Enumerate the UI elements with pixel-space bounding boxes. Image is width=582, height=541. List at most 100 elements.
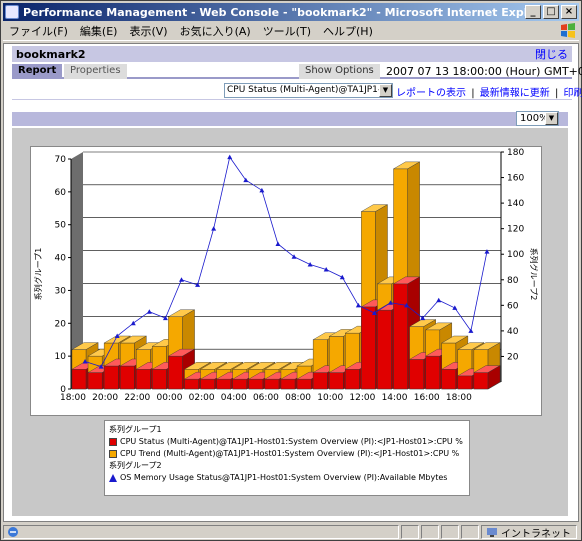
memory-point <box>452 305 458 310</box>
menu-edit[interactable]: 編集(E) <box>74 23 124 39</box>
bar-front <box>280 378 296 390</box>
show-options-button[interactable]: Show Options <box>299 64 380 79</box>
legend-marker-triangle-icon <box>109 474 117 482</box>
close-window-button[interactable]: × <box>561 5 577 19</box>
status-cell <box>421 525 439 539</box>
chart-panel: 0 10 20 30 40 50 60 70 20 40 60 80 100 120 140 160 180 系列… <box>12 128 568 516</box>
x-tick-label: 04:00 <box>221 393 247 403</box>
bar-front <box>473 372 489 390</box>
x-tick-label: 08:00 <box>285 393 311 403</box>
menu-help[interactable]: ヘルプ(H) <box>317 23 379 39</box>
legend-item1: CPU Status (Multi-Agent)@TA1JP1-Host01:S… <box>120 437 463 446</box>
y2-tick-label: 60 <box>507 301 519 311</box>
report-header: bookmark2 閉じる <box>12 46 572 62</box>
memory-point <box>339 274 345 280</box>
windows-logo-icon <box>561 23 575 38</box>
memory-point <box>259 187 265 193</box>
bar-front <box>377 309 392 390</box>
x-tick-label: 10:00 <box>317 393 343 403</box>
report-select[interactable]: CPU Status (Multi-Agent)@TA1JP1-H ▼ <box>224 83 393 98</box>
chart-area: 0 10 20 30 40 50 60 70 20 40 60 80 100 120 140 160 180 系列… <box>30 146 542 416</box>
bar-front <box>103 365 119 390</box>
app-icon <box>5 5 19 19</box>
refresh-link[interactable]: 最新情報に更新 <box>480 88 550 99</box>
ie-page-icon <box>8 527 18 537</box>
report-area: 100% ▼ 0 10 20 30 40 50 60 70 20 40 60 80 100 120 140 1… <box>4 102 578 521</box>
memory-point <box>227 154 233 160</box>
menu-favorites[interactable]: お気に入り(A) <box>174 23 257 39</box>
menu-view[interactable]: 表示(V) <box>123 23 173 39</box>
show-report-link[interactable]: レポートの表示 <box>396 88 466 99</box>
bar-front <box>441 369 457 390</box>
y-tick-label: 50 <box>55 221 67 231</box>
y2-axis-title: 系列グループ2 <box>529 248 539 301</box>
bar-front <box>361 306 376 390</box>
tab-report[interactable]: Report <box>12 64 63 79</box>
link-separator: | <box>554 88 559 99</box>
y2-tick-label: 20 <box>507 352 519 362</box>
bar-front <box>200 378 215 390</box>
bar-front <box>87 372 103 390</box>
legend-item3: OS Memory Usage Status@TA1JP1-Host01:Sys… <box>120 473 448 482</box>
status-cell <box>461 525 479 539</box>
y2-tick-label: 160 <box>507 174 524 184</box>
y2-tick-label: 80 <box>507 276 519 286</box>
dropdown-arrow-icon[interactable]: ▼ <box>545 112 558 125</box>
y2-tick-label: 180 <box>507 148 524 158</box>
print-view-link[interactable]: 印刷画面 <box>564 88 582 99</box>
close-report-link[interactable]: 閉じる <box>535 46 568 62</box>
bar-front <box>264 378 280 390</box>
status-bar: イントラネット <box>3 524 579 540</box>
report-select-value: CPU Status (Multi-Agent)@TA1JP1-H <box>227 85 388 95</box>
x-tick-label: 18:00 <box>446 393 472 403</box>
bar-front <box>312 372 328 390</box>
bar-front <box>409 359 424 390</box>
chart-toolbar <box>12 112 568 126</box>
legend-group2: 系列グループ2 <box>109 461 162 470</box>
memory-point <box>146 309 152 314</box>
chart-legend: 系列グループ1 CPU Status (Multi-Agent)@TA1JP1-… <box>104 420 470 496</box>
combo-chart: 01020304050607020406080100120140160180系列… <box>33 148 539 403</box>
x-tick-label: 20:00 <box>92 393 118 403</box>
y-tick-label: 20 <box>55 319 67 329</box>
y-tick-label: 10 <box>55 352 67 362</box>
x-tick-label: 02:00 <box>189 393 215 403</box>
status-zone: イントラネット <box>481 525 577 540</box>
bar-front <box>119 365 135 390</box>
maximize-button[interactable]: □ <box>543 5 559 19</box>
status-cell <box>441 525 459 539</box>
title-bar: Performance Management - Web Console - "… <box>3 3 579 21</box>
bar-front <box>248 378 264 390</box>
page-content: bookmark2 閉じる Report Properties Show Opt… <box>3 43 582 522</box>
y2-tick-label: 100 <box>507 250 524 260</box>
report-title: bookmark2 <box>16 47 86 61</box>
bar-front <box>328 372 344 390</box>
memory-point <box>211 226 217 231</box>
bar-front <box>71 369 87 390</box>
y-tick-label: 60 <box>55 188 67 198</box>
bar-front <box>152 369 167 390</box>
intranet-icon <box>487 528 497 537</box>
minimize-button[interactable]: _ <box>525 5 541 19</box>
y2-tick-label: 40 <box>507 327 519 337</box>
bar-front <box>232 378 248 390</box>
legend-group1: 系列グループ1 <box>109 425 162 434</box>
x-tick-label: 14:00 <box>382 393 408 403</box>
y-axis-title: 系列グループ1 <box>33 248 43 301</box>
bar-front <box>393 283 408 390</box>
y-tick-label: 40 <box>55 254 67 264</box>
zoom-select[interactable]: 100% ▼ <box>516 111 559 126</box>
bar-front <box>136 369 151 390</box>
memory-point <box>307 261 313 267</box>
memory-point <box>275 241 281 246</box>
x-tick-label: 12:00 <box>349 393 375 403</box>
memory-point <box>130 320 136 326</box>
tab-properties[interactable]: Properties <box>64 64 127 79</box>
status-cell <box>401 525 419 539</box>
menu-file[interactable]: ファイル(F) <box>3 23 74 39</box>
bar-front <box>296 378 312 390</box>
dropdown-arrow-icon[interactable]: ▼ <box>379 84 392 97</box>
memory-point <box>179 277 184 282</box>
status-main <box>3 525 399 539</box>
menu-tools[interactable]: ツール(T) <box>257 23 317 39</box>
